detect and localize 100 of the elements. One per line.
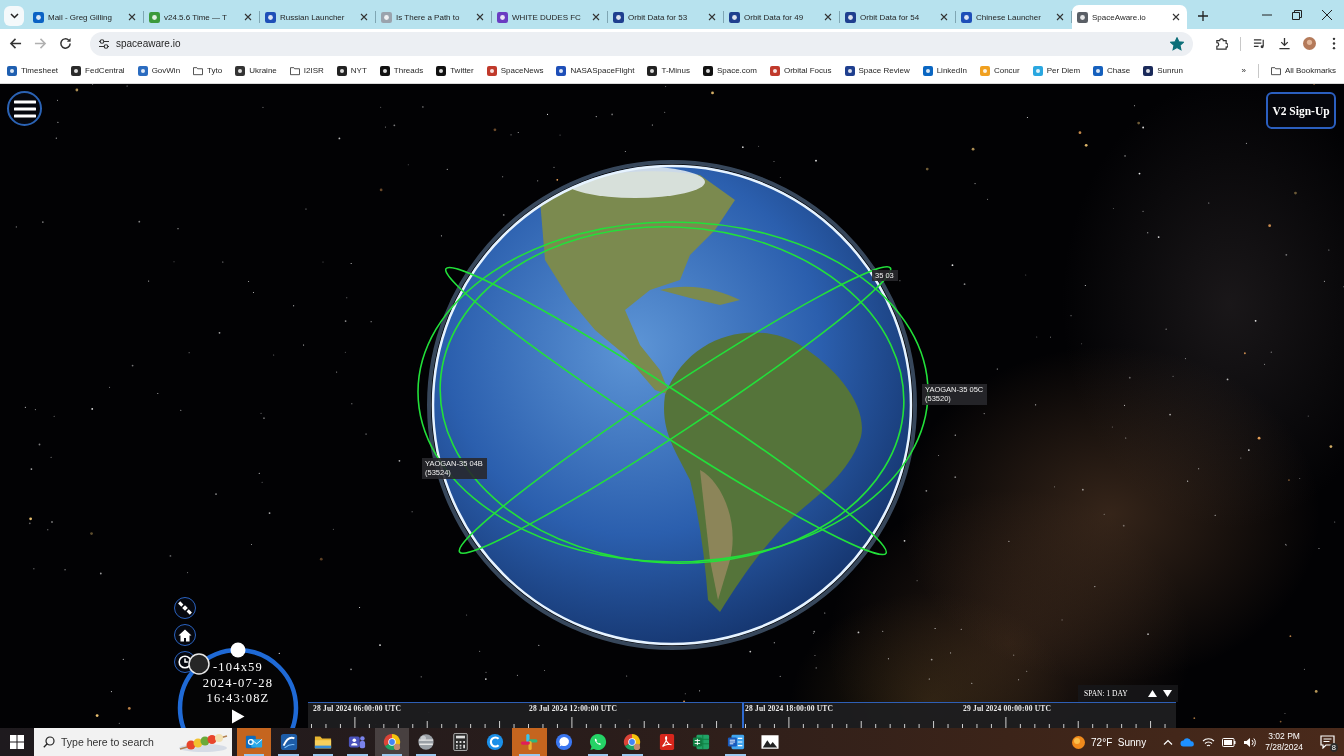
more-menu-icon[interactable] bbox=[1332, 37, 1336, 50]
close-icon[interactable] bbox=[708, 13, 716, 21]
phone-bubble-icon bbox=[589, 733, 608, 751]
browser-tab[interactable]: SpaceAware.io bbox=[1072, 5, 1187, 29]
bookmark-link[interactable]: LinkedIn bbox=[922, 65, 967, 76]
bookmark-link[interactable]: Tyto bbox=[193, 65, 223, 76]
current-time-marker[interactable] bbox=[742, 703, 744, 728]
search-icon bbox=[43, 736, 55, 748]
browser-tab[interactable]: WHITE DUDES FC bbox=[492, 5, 607, 29]
browser-tab[interactable]: Orbit Data for 49 bbox=[724, 5, 839, 29]
arc-circle-icon bbox=[485, 733, 504, 751]
cloud-icon[interactable] bbox=[1180, 737, 1196, 747]
play-icon[interactable] bbox=[231, 708, 245, 724]
star-icon[interactable] bbox=[1170, 36, 1184, 51]
back-arrow-icon[interactable] bbox=[9, 37, 22, 50]
people-tile-icon bbox=[348, 733, 367, 751]
wifi-icon[interactable] bbox=[1202, 736, 1216, 748]
bookmark-link[interactable]: Twitter bbox=[436, 65, 474, 76]
bookmark-link[interactable]: GovWin bbox=[137, 65, 181, 76]
restore-icon[interactable] bbox=[1292, 9, 1302, 20]
close-icon[interactable] bbox=[1056, 13, 1064, 21]
site-icon bbox=[613, 11, 624, 23]
bookmark-link[interactable]: Space.com bbox=[702, 65, 757, 76]
site-icon bbox=[265, 11, 276, 23]
media-icon[interactable] bbox=[1253, 37, 1266, 50]
dial-handle[interactable] bbox=[188, 653, 210, 675]
tricolor-circle-icon bbox=[623, 733, 642, 751]
site-icon bbox=[702, 65, 713, 76]
bookmark-link[interactable]: NASASpaceFlight bbox=[556, 65, 635, 76]
site-icon bbox=[979, 65, 990, 76]
bookmark-link[interactable]: NYT bbox=[336, 65, 367, 76]
bookmark-link[interactable]: SpaceNews bbox=[486, 65, 544, 76]
dial-date: 2024-07-28 bbox=[202, 675, 274, 691]
bookmark-link[interactable]: Concur bbox=[979, 65, 1020, 76]
home-icon bbox=[178, 628, 192, 642]
site-icon bbox=[845, 11, 856, 23]
browser-tab[interactable]: Russian Launcher bbox=[260, 5, 375, 29]
plus-icon[interactable] bbox=[1198, 11, 1208, 21]
dial-handle[interactable] bbox=[230, 642, 246, 658]
site-icon bbox=[235, 65, 246, 76]
close-icon[interactable] bbox=[824, 13, 832, 21]
speaker-icon[interactable] bbox=[1243, 736, 1257, 748]
down-triangle-icon[interactable] bbox=[1163, 690, 1172, 697]
weather-widget[interactable]: 72°F Sunny bbox=[1071, 734, 1147, 750]
dial-time: 16:43:08Z bbox=[206, 691, 270, 707]
site-icon bbox=[961, 11, 972, 23]
image-icon bbox=[761, 734, 780, 750]
bookmark-link[interactable]: Orbital Focus bbox=[769, 65, 832, 76]
address-field[interactable]: spaceaware.io bbox=[90, 31, 1193, 56]
bookmark-link[interactable]: Threads bbox=[379, 65, 424, 76]
bookmark-link[interactable]: I2ISR bbox=[289, 65, 324, 76]
close-icon[interactable] bbox=[1172, 13, 1180, 21]
bookmark-link[interactable]: Space Review bbox=[844, 65, 910, 76]
close-icon[interactable] bbox=[360, 13, 368, 21]
close-icon[interactable] bbox=[1322, 9, 1332, 20]
window-panes-icon bbox=[10, 735, 24, 749]
taskbar-app-button[interactable] bbox=[237, 728, 272, 756]
more-bookmarks-button[interactable]: » bbox=[1241, 66, 1246, 75]
bookmark-link[interactable]: FedCentral bbox=[71, 65, 125, 76]
bookmark-link[interactable]: Sunrun bbox=[1143, 65, 1183, 76]
browser-tab[interactable]: Orbit Data for 54 bbox=[840, 5, 955, 29]
signup-button[interactable]: V2 Sign-Up bbox=[1266, 92, 1336, 129]
tab-search-button[interactable] bbox=[4, 6, 24, 26]
bookmark-link[interactable]: Ukraine bbox=[235, 65, 277, 76]
search-field[interactable]: Type here to search bbox=[34, 728, 232, 756]
folder-icon bbox=[313, 734, 332, 750]
bookmark-link[interactable]: Per Diem bbox=[1032, 65, 1081, 76]
bookmark-link[interactable]: Chase bbox=[1093, 65, 1131, 76]
site-icon bbox=[336, 65, 347, 76]
sliders-icon[interactable] bbox=[98, 37, 110, 50]
home-button[interactable] bbox=[174, 624, 196, 646]
bookmark-link[interactable]: T-Minus bbox=[647, 65, 690, 76]
chevron-up-icon[interactable] bbox=[1163, 739, 1174, 745]
close-icon[interactable] bbox=[244, 13, 252, 21]
date-time-button[interactable]: 3:02 PM 7/28/2024 bbox=[1265, 731, 1303, 753]
menu-icon bbox=[13, 99, 36, 118]
up-triangle-icon[interactable] bbox=[1148, 690, 1157, 697]
browser-tab[interactable]: Chinese Launcher bbox=[956, 5, 1071, 29]
battery-icon[interactable] bbox=[1222, 737, 1237, 747]
taskbar-app-button[interactable] bbox=[374, 728, 409, 756]
close-icon[interactable] bbox=[592, 13, 600, 21]
site-icon bbox=[7, 65, 17, 76]
all-bookmarks-link[interactable]: All Bookmarks bbox=[1270, 65, 1336, 76]
folder-icon bbox=[1270, 65, 1281, 76]
download-icon[interactable] bbox=[1278, 37, 1291, 50]
site-icon bbox=[729, 11, 740, 23]
close-icon[interactable] bbox=[128, 13, 136, 21]
menu-button[interactable] bbox=[7, 91, 42, 126]
browser-tab[interactable]: Mail - Greg Gilling bbox=[28, 5, 143, 29]
bookmark-link[interactable]: Timesheet bbox=[7, 65, 59, 76]
browser-tab[interactable]: Is There a Path to bbox=[376, 5, 491, 29]
puzzle-icon[interactable] bbox=[1215, 37, 1228, 50]
satellite-button[interactable] bbox=[174, 597, 196, 619]
close-icon[interactable] bbox=[940, 13, 948, 21]
avatar-icon[interactable] bbox=[1303, 37, 1316, 50]
browser-tab[interactable]: v24.5.6 Time — T bbox=[144, 5, 259, 29]
browser-tab[interactable]: Orbit Data for 53 bbox=[608, 5, 723, 29]
close-icon[interactable] bbox=[476, 13, 484, 21]
reload-icon[interactable] bbox=[59, 37, 72, 50]
text-document-icon bbox=[726, 733, 745, 751]
